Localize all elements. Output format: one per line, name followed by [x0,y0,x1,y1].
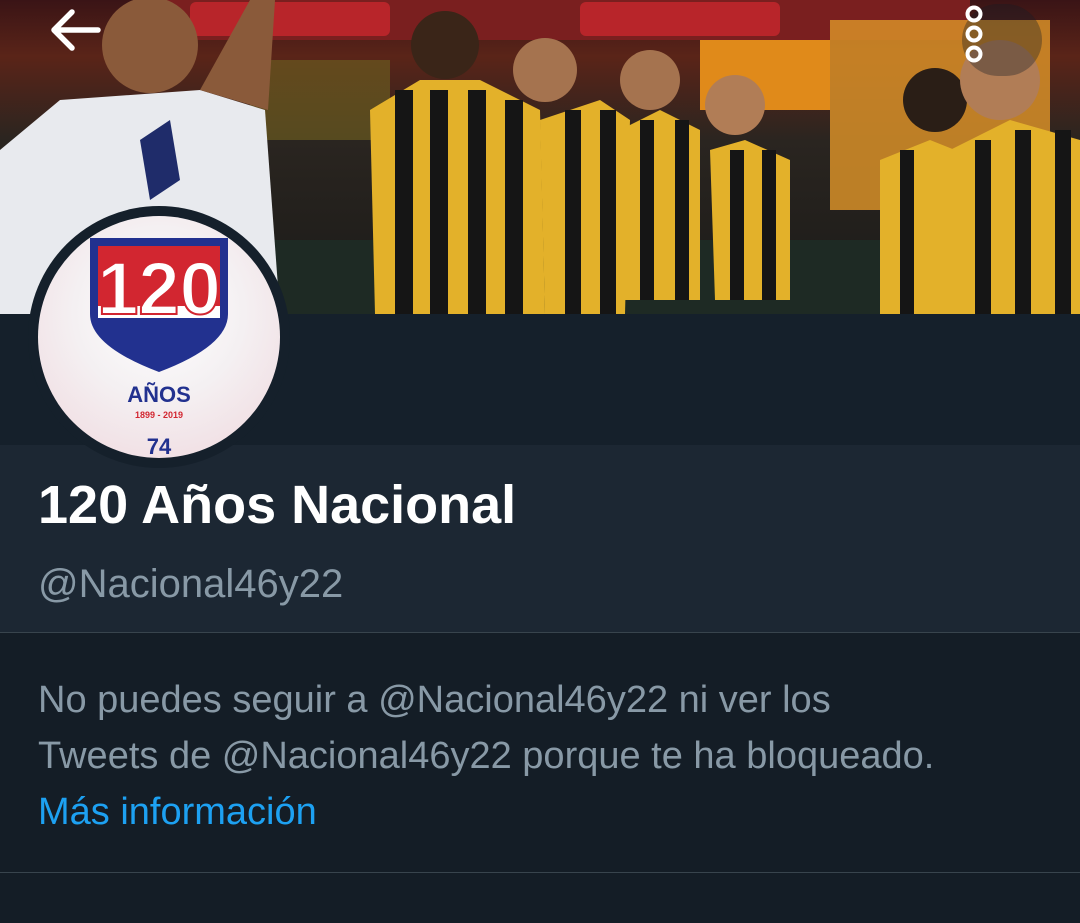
back-button[interactable] [48,8,124,70]
blocked-notice-line-2: Tweets de @Nacional46y22 porque te ha bl… [38,735,935,777]
club-anniversary-logo: 120 AÑOS 1899 - 2019 74 [90,238,228,458]
avatar-number: 120 [97,247,220,330]
divider [0,872,1080,873]
avatar-years-label: AÑOS [127,382,191,407]
avatar[interactable]: 120 AÑOS 1899 - 2019 74 [28,206,290,468]
more-options-button[interactable] [962,4,1042,76]
more-info-link[interactable]: Más información [38,784,317,840]
arrow-left-icon [51,9,101,51]
avatar-image: 120 AÑOS 1899 - 2019 74 [38,216,280,458]
more-vertical-icon [965,5,983,63]
avatar-date-range: 1899 - 2019 [135,410,183,420]
divider [0,632,1080,633]
profile-display-name: 120 Años Nacional [38,475,517,535]
avatar-bottom-mark: 74 [147,434,172,458]
blocked-notice-line-1: No puedes seguir a @Nacional46y22 ni ver… [38,679,831,721]
profile-handle: @Nacional46y22 [38,562,344,606]
blocked-notice: No puedes seguir a @Nacional46y22 ni ver… [38,672,1048,784]
